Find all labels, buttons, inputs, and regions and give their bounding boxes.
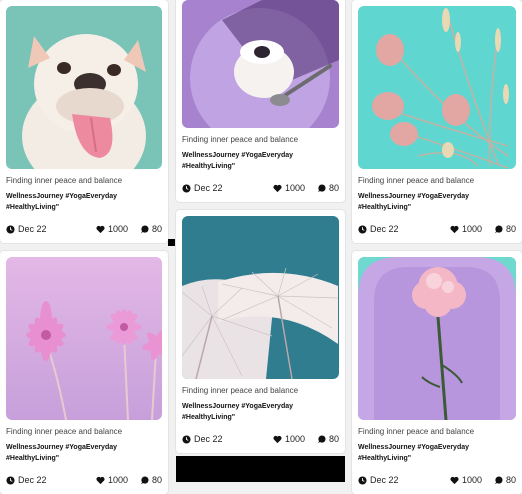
like-count: 1000	[107, 224, 128, 234]
clock-icon	[6, 224, 15, 234]
post-tags: WellnessJourney #YogaEveryday #HealthyLi…	[182, 403, 294, 421]
post-caption: Finding inner peace and balance	[358, 427, 475, 436]
post-card[interactable]: Finding inner peace and balance Wellness…	[176, 210, 345, 453]
column-2: Finding inner peace and balance Wellness…	[176, 0, 345, 453]
post-card[interactable]: Finding inner peace and balance Wellness…	[352, 0, 522, 243]
post-tags: WellnessJourney #YogaEveryday #HealthyLi…	[358, 193, 470, 211]
comment-button[interactable]: 80	[317, 183, 339, 193]
post-card[interactable]: Finding inner peace and balance Wellness…	[0, 251, 168, 494]
comment-count: 80	[505, 475, 516, 485]
post-meta: Dec 22 1000 80	[182, 429, 339, 453]
post-caption: Finding inner peace and balance	[182, 386, 299, 395]
like-button[interactable]: 1000	[96, 475, 128, 485]
like-button[interactable]: 1000	[273, 183, 305, 193]
comment-button[interactable]: 80	[494, 475, 516, 485]
post-date-text: Dec 22	[370, 224, 399, 234]
post-date: Dec 22	[358, 224, 399, 234]
comment-icon	[317, 183, 326, 192]
post-date: Dec 22	[358, 475, 399, 485]
like-button[interactable]: 1000	[450, 224, 482, 234]
post-meta: Dec 22 1000 80	[6, 470, 162, 494]
post-date: Dec 22	[182, 434, 223, 444]
footer-bar	[176, 456, 345, 482]
post-meta: Dec 22 1000 80	[358, 470, 516, 494]
post-image-parasols[interactable]	[182, 216, 339, 379]
column-1: Finding inner peace and balance Wellness…	[0, 0, 168, 494]
post-card[interactable]: Finding inner peace and balance Wellness…	[0, 0, 168, 243]
comment-button[interactable]: 80	[494, 224, 516, 234]
post-caption: Finding inner peace and balance	[6, 427, 123, 436]
comment-count: 80	[151, 224, 162, 234]
heart-icon	[450, 225, 459, 233]
comment-count: 80	[328, 183, 339, 193]
comment-icon	[317, 434, 326, 443]
post-meta: Dec 22 1000 80	[182, 178, 339, 202]
post-image-dried-flowers[interactable]	[358, 6, 516, 169]
heart-icon	[273, 184, 282, 192]
comment-icon	[140, 475, 149, 484]
comment-icon	[494, 475, 503, 484]
post-date-text: Dec 22	[18, 224, 47, 234]
heart-icon	[450, 476, 459, 484]
post-image-pink-flowers[interactable]	[6, 257, 162, 420]
overlay-marker	[168, 239, 175, 246]
like-button[interactable]: 1000	[96, 224, 128, 234]
like-count: 1000	[461, 475, 482, 485]
comment-button[interactable]: 80	[140, 475, 162, 485]
clock-icon	[358, 475, 367, 485]
like-count: 1000	[107, 475, 128, 485]
like-count: 1000	[461, 224, 482, 234]
like-button[interactable]: 1000	[450, 475, 482, 485]
post-date-text: Dec 22	[370, 475, 399, 485]
like-count: 1000	[284, 183, 305, 193]
comment-count: 80	[505, 224, 516, 234]
post-meta: Dec 22 1000 80	[358, 219, 516, 243]
like-count: 1000	[284, 434, 305, 444]
post-image-bulldog[interactable]	[6, 6, 162, 169]
post-image-yogurt[interactable]	[182, 0, 339, 128]
post-caption: Finding inner peace and balance	[358, 176, 475, 185]
post-tags: WellnessJourney #YogaEveryday #HealthyLi…	[358, 444, 470, 462]
post-image-carnation[interactable]	[358, 257, 516, 420]
comment-icon	[494, 224, 503, 233]
like-button[interactable]: 1000	[273, 434, 305, 444]
column-3: Finding inner peace and balance Wellness…	[352, 0, 522, 494]
post-date-text: Dec 22	[194, 434, 223, 444]
post-caption: Finding inner peace and balance	[6, 176, 123, 185]
heart-icon	[96, 476, 105, 484]
post-date: Dec 22	[182, 183, 223, 193]
post-date-text: Dec 22	[194, 183, 223, 193]
heart-icon	[96, 225, 105, 233]
comment-button[interactable]: 80	[317, 434, 339, 444]
post-tags: WellnessJourney #YogaEveryday #HealthyLi…	[6, 444, 118, 462]
clock-icon	[182, 183, 191, 193]
heart-icon	[273, 435, 282, 443]
clock-icon	[6, 475, 15, 485]
comment-button[interactable]: 80	[140, 224, 162, 234]
post-caption: Finding inner peace and balance	[182, 135, 299, 144]
post-tags: WellnessJourney #YogaEveryday #HealthyLi…	[6, 193, 118, 211]
post-card[interactable]: Finding inner peace and balance Wellness…	[352, 251, 522, 494]
clock-icon	[358, 224, 367, 234]
comment-count: 80	[328, 434, 339, 444]
comment-count: 80	[151, 475, 162, 485]
post-meta: Dec 22 1000 80	[6, 219, 162, 243]
comment-icon	[140, 224, 149, 233]
post-card[interactable]: Finding inner peace and balance Wellness…	[176, 0, 345, 202]
post-date: Dec 22	[6, 224, 47, 234]
post-date: Dec 22	[6, 475, 47, 485]
post-date-text: Dec 22	[18, 475, 47, 485]
clock-icon	[182, 434, 191, 444]
post-tags: WellnessJourney #YogaEveryday #HealthyLi…	[182, 152, 294, 170]
